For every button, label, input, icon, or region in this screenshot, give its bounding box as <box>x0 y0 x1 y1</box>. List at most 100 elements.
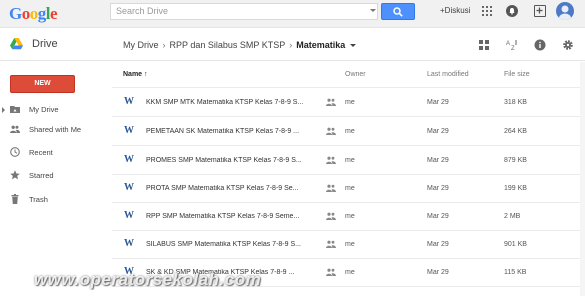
scrollbar[interactable] <box>580 62 585 296</box>
file-size: 2 MB <box>504 213 521 220</box>
file-size: 115 KB <box>504 269 527 276</box>
expand-arrow-icon[interactable] <box>2 107 5 113</box>
shared-people-icon <box>326 268 336 276</box>
search-options-caret-icon[interactable] <box>370 9 376 12</box>
file-owner: me <box>345 241 355 248</box>
sort-az-icon[interactable]: A Z <box>506 39 518 51</box>
file-owner: me <box>345 99 355 106</box>
settings-gear-icon[interactable] <box>562 39 574 51</box>
file-name[interactable]: PROMES SMP Matematika KTSP Kelas 7-8-9 S… <box>146 157 312 164</box>
logo-letter: o <box>29 4 39 23</box>
shared-people-icon <box>326 240 336 248</box>
file-name[interactable]: PEMETAAN SK Matematika KTSP Kelas 7-8-9 … <box>146 128 312 135</box>
google-logo[interactable]: Google <box>9 4 58 24</box>
logo-letter: e <box>49 4 58 23</box>
new-button[interactable]: NEW <box>10 75 75 93</box>
word-doc-icon: W <box>124 96 134 107</box>
drive-logo-icon[interactable] <box>10 38 23 50</box>
file-modified: Mar 29 <box>427 157 449 164</box>
sidebar-item-starred[interactable]: Starred <box>0 166 112 186</box>
star-icon <box>10 170 20 180</box>
search-input[interactable]: Search Drive <box>110 3 378 20</box>
breadcrumb-separator-icon: › <box>289 40 293 50</box>
sidebar-item-shared-with-me[interactable]: Shared with Me <box>0 120 112 140</box>
search-button[interactable] <box>381 3 415 20</box>
file-modified: Mar 29 <box>427 241 449 248</box>
file-modified: Mar 29 <box>427 213 449 220</box>
diskusi-link[interactable]: +Diskusi <box>440 6 470 15</box>
sidebar-item-label: Shared with Me <box>29 125 82 134</box>
column-header-size[interactable]: File size <box>504 71 530 78</box>
word-doc-icon: W <box>124 182 134 193</box>
sidebar: NEW My Drive Shared with Me Recent Starr… <box>0 62 112 296</box>
shared-people-icon <box>326 127 336 135</box>
file-name[interactable]: PROTA SMP Matematika KTSP Kelas 7-8-9 Se… <box>146 185 312 192</box>
sidebar-item-my-drive[interactable]: My Drive <box>0 100 112 120</box>
notifications-bell-icon[interactable] <box>506 5 518 17</box>
sidebar-item-recent[interactable]: Recent <box>0 143 112 163</box>
clock-icon <box>10 147 20 157</box>
info-icon[interactable] <box>534 39 546 51</box>
word-doc-icon: W <box>124 154 134 165</box>
table-row[interactable]: W RPP SMP Matematika KTSP Kelas 7-8-9 Se… <box>112 203 585 231</box>
watermark: www.operatorsekolah.com <box>34 270 262 289</box>
share-plus-icon[interactable] <box>534 5 546 17</box>
drive-title[interactable]: Drive <box>32 38 58 50</box>
table-row[interactable]: W PROMES SMP Matematika KTSP Kelas 7-8-9… <box>112 147 585 175</box>
trash-icon <box>11 194 19 204</box>
column-header-modified[interactable]: Last modified <box>427 71 469 78</box>
sidebar-item-label: Starred <box>29 171 54 180</box>
sidebar-item-label: Trash <box>29 195 48 204</box>
breadcrumb-my-drive[interactable]: My Drive <box>123 40 159 50</box>
column-header-owner[interactable]: Owner <box>345 71 366 78</box>
sidebar-item-label: Recent <box>29 148 53 157</box>
table-row[interactable]: W PEMETAAN SK Matematika KTSP Kelas 7-8-… <box>112 118 585 146</box>
folder-menu-caret-icon[interactable] <box>350 44 357 48</box>
word-doc-icon: W <box>124 210 134 221</box>
grid-view-icon[interactable] <box>478 39 490 51</box>
logo-letter: o <box>21 4 31 23</box>
breadcrumb-separator-icon: › <box>162 40 166 50</box>
file-name[interactable]: KKM SMP MTK Matematika KTSP Kelas 7-8-9 … <box>146 99 312 106</box>
shared-people-icon <box>326 98 336 106</box>
shared-people-icon <box>326 156 336 164</box>
table-row[interactable]: W PROTA SMP Matematika KTSP Kelas 7-8-9 … <box>112 175 585 203</box>
file-size: 901 KB <box>504 241 527 248</box>
svg-text:A: A <box>506 41 510 47</box>
logo-letter: G <box>9 4 22 23</box>
apps-grid-icon[interactable] <box>482 6 492 16</box>
file-modified: Mar 29 <box>427 269 449 276</box>
breadcrumb-current-folder[interactable]: Matematika <box>296 40 345 50</box>
file-modified: Mar 29 <box>427 99 449 106</box>
table-row[interactable]: W SILABUS SMP Matematika KTSP Kelas 7-8-… <box>112 231 585 259</box>
svg-text:Z: Z <box>511 46 515 51</box>
table-row[interactable]: W KKM SMP MTK Matematika KTSP Kelas 7-8-… <box>112 89 585 117</box>
file-owner: me <box>345 185 355 192</box>
file-owner: me <box>345 157 355 164</box>
top-bar: Google Search Drive +Diskusi <box>0 0 585 28</box>
shared-people-icon <box>326 212 336 220</box>
sidebar-item-label: My Drive <box>29 105 59 114</box>
file-size: 199 KB <box>504 185 527 192</box>
file-list: Name ↑ Owner Last modified File size W K… <box>112 62 585 296</box>
shared-people-icon <box>326 184 336 192</box>
people-icon <box>10 125 20 133</box>
word-doc-icon: W <box>124 125 134 136</box>
file-owner: me <box>345 128 355 135</box>
folder-icon <box>10 106 20 113</box>
breadcrumb-rpp-folder[interactable]: RPP dan Silabus SMP KTSP <box>170 40 286 50</box>
file-modified: Mar 29 <box>427 128 449 135</box>
file-owner: me <box>345 269 355 276</box>
search-icon <box>393 7 403 17</box>
file-name[interactable]: SILABUS SMP Matematika KTSP Kelas 7-8-9 … <box>146 241 312 248</box>
file-owner: me <box>345 213 355 220</box>
avatar[interactable] <box>556 2 574 20</box>
column-header-name[interactable]: Name ↑ <box>123 71 148 78</box>
file-size: 264 KB <box>504 128 527 135</box>
breadcrumb: My Drive › RPP dan Silabus SMP KTSP › Matema… <box>123 40 359 50</box>
drive-toolbar: Drive My Drive › RPP dan Silabus SMP KTSP ›… <box>0 29 585 61</box>
file-name[interactable]: RPP SMP Matematika KTSP Kelas 7-8-9 Seme… <box>146 213 312 220</box>
file-modified: Mar 29 <box>427 185 449 192</box>
word-doc-icon: W <box>124 238 134 249</box>
sidebar-item-trash[interactable]: Trash <box>0 190 112 210</box>
